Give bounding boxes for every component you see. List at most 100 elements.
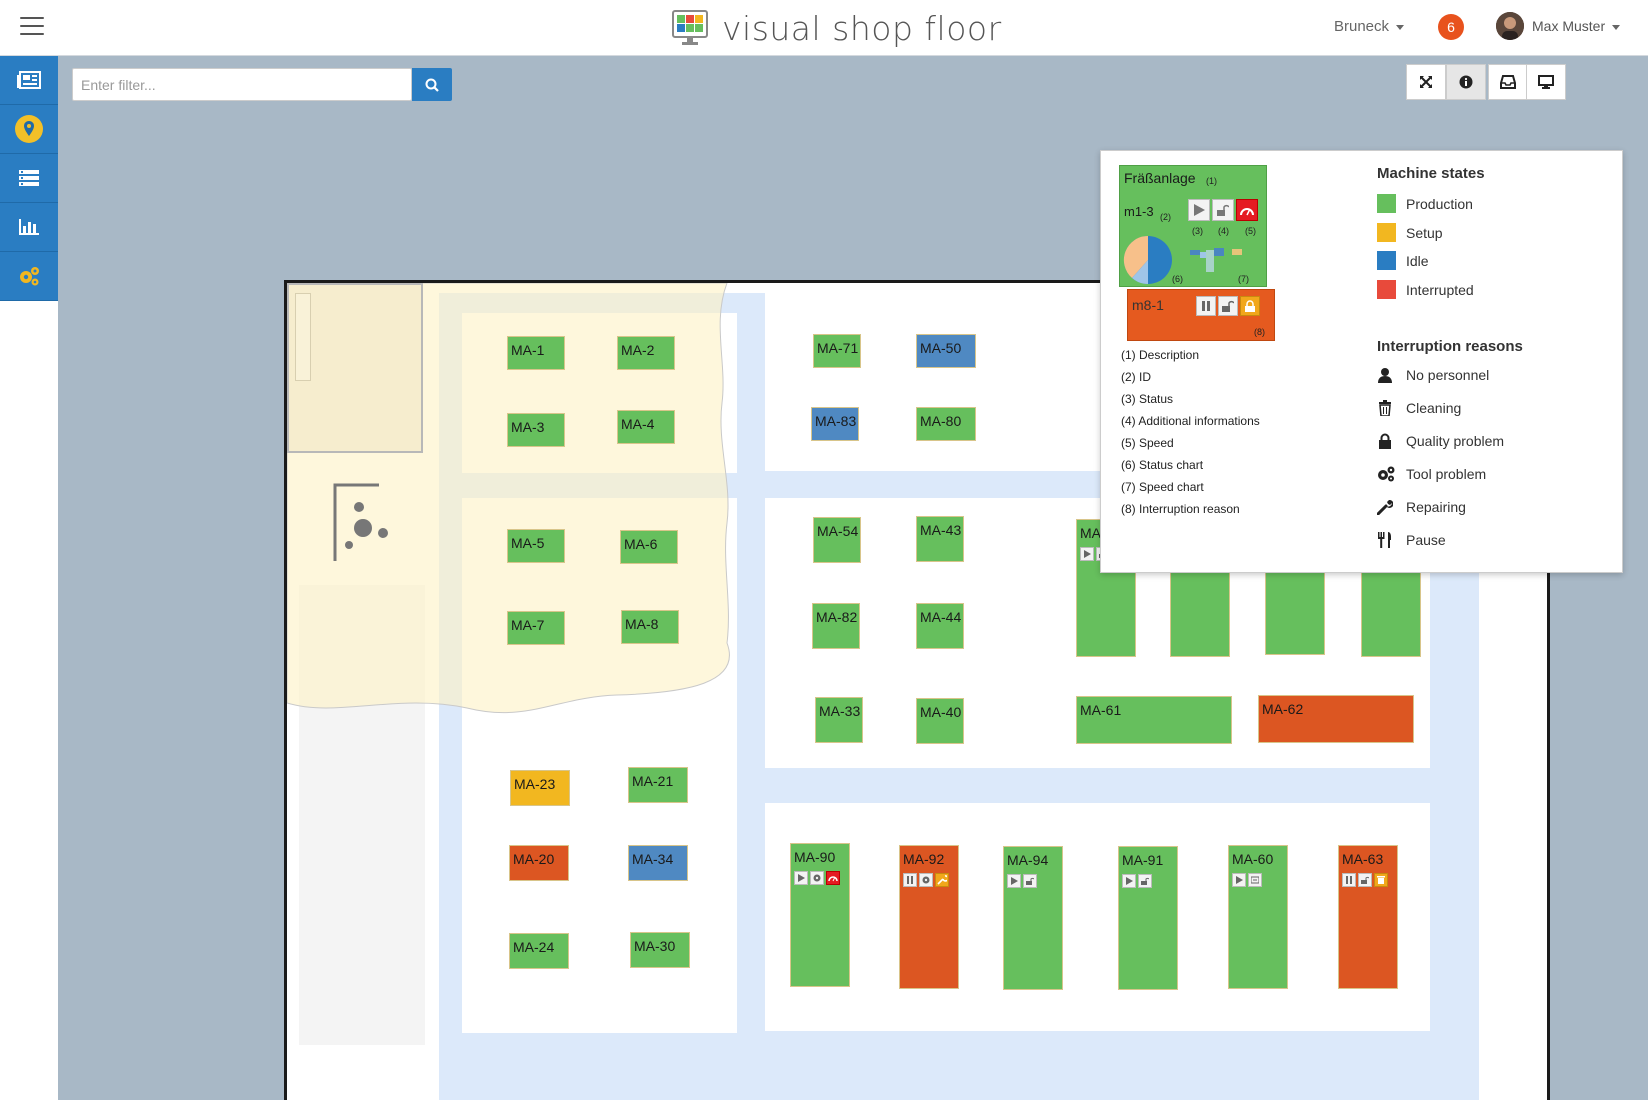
- machine-tile[interactable]: MA-8: [621, 610, 679, 644]
- machine-id: MA-92: [903, 851, 945, 867]
- machine-tile[interactable]: MA-6: [620, 530, 678, 564]
- machine-id: MA-23: [514, 776, 556, 792]
- machine-tile[interactable]: MA-40: [916, 698, 964, 744]
- reason-label: Repairing: [1406, 499, 1466, 515]
- monitor-button[interactable]: [1526, 64, 1566, 100]
- fullscreen-button[interactable]: [1406, 64, 1446, 100]
- machine-id: MA-1: [511, 342, 545, 358]
- trash-icon: [1374, 873, 1388, 887]
- staircase-icon: [333, 483, 388, 561]
- machine-states-title: Machine states: [1377, 165, 1485, 182]
- machine-tile[interactable]: MA-94: [1003, 846, 1063, 990]
- machine-tile[interactable]: MA-3: [507, 413, 565, 447]
- inbox-button[interactable]: [1488, 64, 1528, 100]
- machine-tile[interactable]: MA-30: [630, 932, 690, 968]
- machine-tile[interactable]: MA-2: [617, 336, 675, 370]
- machine-status-icons: [1232, 873, 1287, 887]
- machine-tile[interactable]: MA-34: [628, 845, 688, 881]
- machine-tile[interactable]: MA-54: [813, 517, 861, 563]
- machine-status-icons: [1122, 874, 1177, 888]
- legend-marker-3: (3): [1192, 226, 1203, 236]
- desk: [295, 293, 311, 381]
- machine-tile[interactable]: MA-90: [790, 843, 850, 987]
- machine-tile[interactable]: MA-33: [815, 697, 863, 743]
- machine-tile[interactable]: MA-80: [916, 407, 976, 441]
- state-label: Interrupted: [1406, 281, 1474, 298]
- legend-marker-5: (5): [1245, 226, 1256, 236]
- unlock-icon: [1138, 874, 1152, 888]
- unlock-icon: [1023, 874, 1037, 888]
- chevron-down-icon: [1396, 24, 1405, 30]
- machine-tile[interactable]: MA-62: [1258, 695, 1414, 743]
- machine-id: MA-43: [920, 522, 962, 538]
- reason-tool-problem: Tool problem: [1377, 466, 1486, 482]
- hamburger-menu-icon[interactable]: [20, 17, 44, 37]
- example-machine-tile-production: Fräßanlage (1) m1-3 (2) (3) (4) (5) (6) …: [1119, 165, 1267, 287]
- avatar[interactable]: [1496, 12, 1524, 40]
- user-menu[interactable]: Max Muster: [1532, 18, 1621, 34]
- sidebar: [0, 56, 58, 1100]
- machine-status-icons: [794, 871, 849, 885]
- machine-status-icons: [1342, 873, 1397, 887]
- notification-badge[interactable]: 6: [1438, 14, 1464, 40]
- legend-item-additional: (4) Additional informations: [1121, 414, 1260, 428]
- bar-chart-icon: [19, 219, 39, 235]
- machine-tile[interactable]: MA-43: [916, 516, 964, 562]
- sidebar-item-dashboard[interactable]: [0, 56, 58, 105]
- machine-tile[interactable]: MA-7: [507, 611, 565, 645]
- floor-plan-area: MA-1 MA-2 MA-3 MA-4 MA-5 MA-6 MA-7 MA-8 …: [58, 56, 1648, 1100]
- machine-tile[interactable]: MA-1: [507, 336, 565, 370]
- legend-item-speed: (5) Speed: [1121, 436, 1174, 450]
- machine-id: MA-80: [920, 413, 962, 429]
- app-title: visual shop floor: [722, 8, 1002, 48]
- machine-id: MA-63: [1342, 851, 1384, 867]
- machine-id: MA-60: [1232, 851, 1274, 867]
- search-button[interactable]: [412, 68, 452, 101]
- machine-id: MA-54: [817, 523, 859, 539]
- machine-id: MA-4: [621, 416, 655, 432]
- lock-icon: [1240, 296, 1260, 316]
- machine-tile[interactable]: MA-92: [899, 845, 959, 989]
- machine-tile[interactable]: MA-50: [916, 334, 976, 368]
- info-button[interactable]: [1446, 64, 1486, 100]
- sidebar-item-statistics[interactable]: [0, 203, 58, 252]
- machine-tile[interactable]: MA-61: [1076, 696, 1232, 744]
- machine-tile[interactable]: MA-71: [813, 334, 861, 368]
- app-logo: visual shop floor: [672, 8, 1002, 48]
- machine-tile[interactable]: MA-21: [628, 767, 688, 803]
- status-pie-chart: [1123, 235, 1172, 285]
- play-icon: [1188, 199, 1210, 221]
- machine-tile[interactable]: MA-44: [916, 603, 964, 649]
- reason-label: Tool problem: [1406, 466, 1487, 482]
- machine-tile[interactable]: MA-82: [812, 603, 860, 649]
- machine-id: MA-71: [817, 340, 859, 356]
- sidebar-item-settings[interactable]: [0, 252, 58, 301]
- reason-label: Quality problem: [1406, 433, 1505, 449]
- inbox-icon: [1500, 75, 1516, 89]
- machine-tile[interactable]: MA-23: [510, 770, 570, 806]
- machine-tile[interactable]: MA-4: [617, 410, 675, 444]
- user-icon: [1378, 368, 1392, 383]
- pause-icon: [903, 873, 917, 887]
- sidebar-item-list[interactable]: [0, 154, 58, 203]
- legend-item-id: (2) ID: [1121, 370, 1151, 384]
- map-pin-icon: [15, 115, 43, 143]
- machine-tile[interactable]: MA-91: [1118, 846, 1178, 990]
- interruption-reasons-title: Interruption reasons: [1377, 338, 1523, 355]
- machine-id: MA-7: [511, 617, 545, 633]
- machine-tile[interactable]: MA-83: [811, 407, 859, 441]
- machine-tile[interactable]: MA-63: [1338, 845, 1398, 989]
- machine-id: MA-33: [819, 703, 861, 719]
- machine-tile[interactable]: MA-5: [507, 529, 565, 563]
- swatch: [1377, 280, 1396, 299]
- swatch: [1377, 194, 1396, 213]
- top-bar: visual shop floor Bruneck 6 Max Muster: [0, 0, 1648, 56]
- machine-tile[interactable]: MA-60: [1228, 845, 1288, 989]
- sidebar-item-floor-plan[interactable]: [0, 105, 58, 154]
- speedometer-icon: [1236, 199, 1258, 221]
- machine-tile[interactable]: MA-24: [509, 933, 569, 969]
- location-dropdown[interactable]: Bruneck: [1334, 18, 1405, 35]
- chevron-down-icon: [1612, 24, 1621, 30]
- filter-input[interactable]: [72, 68, 412, 101]
- machine-tile[interactable]: MA-20: [509, 845, 569, 881]
